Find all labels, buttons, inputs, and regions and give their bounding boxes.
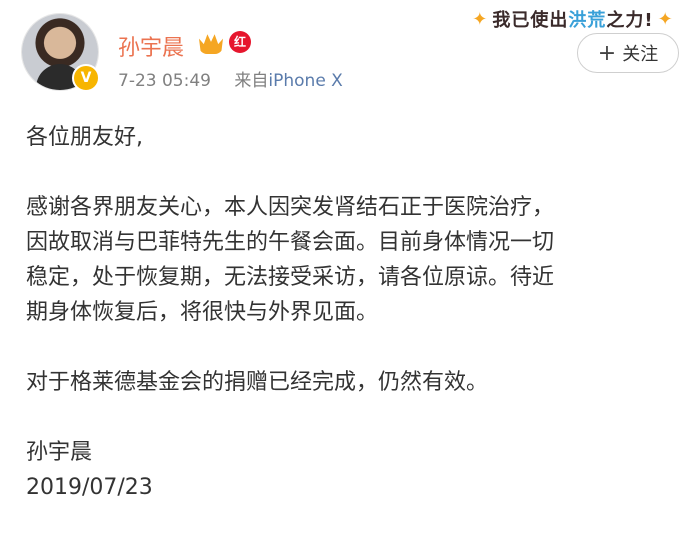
red-badge[interactable]: 红: [229, 31, 251, 53]
source-device[interactable]: iPhone X: [268, 71, 342, 91]
post-paragraph-donation: 对于格莱德基金会的捐赠已经完成，仍然有效。: [26, 370, 489, 395]
follow-button[interactable]: + 关注: [577, 33, 679, 73]
plus-icon: +: [597, 40, 617, 66]
post-body: 各位朋友好, 感谢各界朋友关心，本人因突发肾结石正于医院治疗， 因故取消与巴菲特…: [26, 120, 686, 505]
source-prefix: 来自: [234, 71, 269, 91]
sticker-text-highlight: 洪荒: [568, 10, 607, 31]
post-line: 感谢各界朋友关心，本人因突发肾结石正于医院治疗，: [26, 195, 555, 220]
post-line: 稳定，处于恢复期，无法接受采访，请各位原谅。待近: [26, 265, 555, 290]
crown-icon[interactable]: [199, 34, 223, 54]
post-line: 期身体恢复后，将很快与外界见面。: [26, 300, 379, 325]
verified-badge-icon: V: [72, 64, 100, 92]
post-greeting: 各位朋友好,: [26, 125, 143, 150]
post-line: 因故取消与巴菲特先生的午餐会面。目前身体情况一切: [26, 230, 555, 255]
follow-label: 关注: [622, 44, 659, 65]
post-meta: 7-23 05:49 来自iPhone X: [118, 66, 343, 91]
sticker-text-a: 我已使出: [492, 10, 569, 31]
post-time[interactable]: 7-23 05:49: [118, 71, 211, 91]
avatar[interactable]: V: [22, 14, 100, 92]
sticker-text-b: 之力!: [606, 10, 654, 31]
post-signature: 孙宇晨: [26, 440, 93, 465]
post-date: 2019/07/23: [26, 475, 153, 500]
emoji-sticker: ✦ 我已使出 洪荒 之力! ✦: [453, 6, 693, 32]
username[interactable]: 孙宇晨: [118, 30, 184, 62]
